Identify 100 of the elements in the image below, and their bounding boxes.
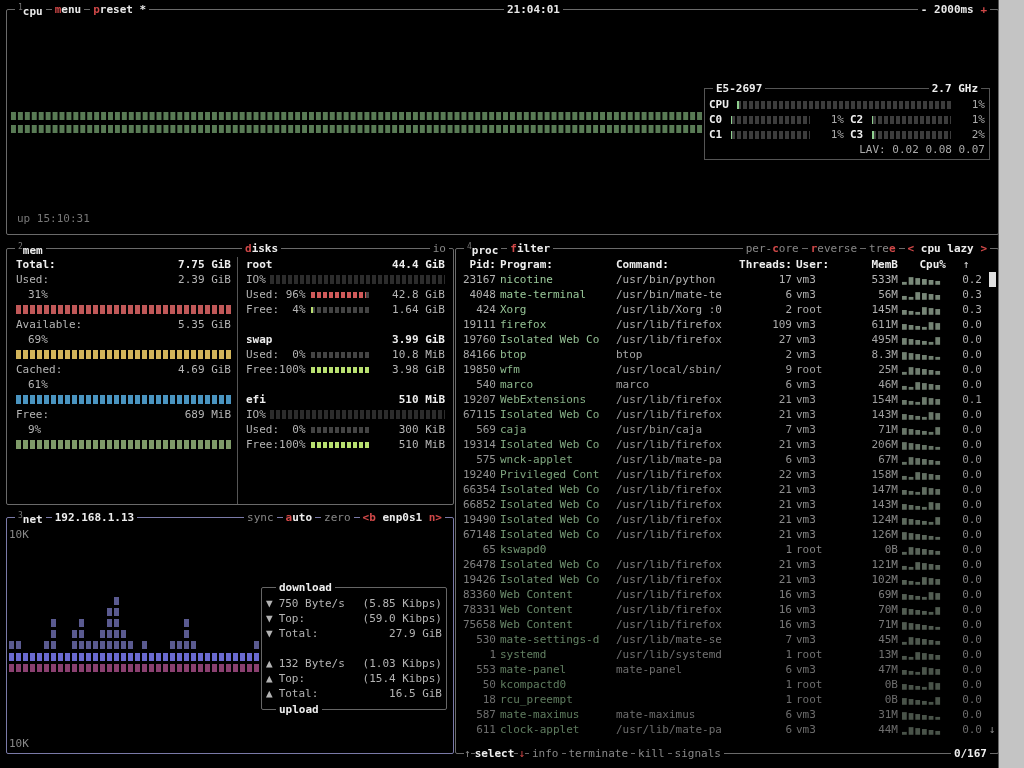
mem-percent: 69% — [28, 333, 48, 346]
pid-cell-text: 4048 — [468, 287, 496, 302]
cpu-sparkline — [902, 694, 942, 705]
cpu-sparkline — [902, 619, 942, 630]
cpu-cell-text: 0.0 — [961, 407, 982, 422]
stat-label: Total: — [278, 626, 320, 641]
memory-cell-text: 47M — [877, 662, 898, 677]
memory-cell-text: 25M — [877, 362, 898, 377]
command-cell-text: /usr/lib/firefox — [616, 527, 723, 542]
memory-cell-text: 533M — [870, 272, 898, 287]
stat-value: (5.85 Kibps) — [361, 596, 442, 611]
column-header[interactable]: Program: — [500, 257, 612, 272]
command-cell-text: /usr/bin/python — [616, 272, 717, 287]
memory-cell-text: 143M — [870, 407, 898, 422]
graph-column — [121, 630, 126, 672]
user-cell-text: vm3 — [796, 632, 817, 647]
program-cell-text: Web Content — [500, 617, 574, 632]
command-cell-text: /usr/lib/firefox — [616, 572, 723, 587]
panel-tab[interactable]: $^{4}$proc — [464, 239, 502, 258]
pid-cell-text: 66354 — [461, 482, 496, 497]
command-cell-text: /usr/lib/firefox — [616, 602, 723, 617]
mem-value: 7.75 GiB — [178, 257, 231, 272]
action-button[interactable]: signals — [671, 746, 724, 761]
command-cell-text: /usr/lib/firefox — [616, 317, 723, 332]
mem-value: 2.39 GiB — [178, 272, 231, 287]
graph-column — [93, 641, 98, 672]
graph-column — [37, 653, 42, 672]
panel-tab[interactable]: $^{1}$cpu — [15, 0, 46, 19]
scale-label: 10K — [9, 736, 29, 751]
user-cell-text: vm3 — [796, 662, 817, 677]
column-header[interactable]: Command: — [616, 257, 734, 272]
threads-cell-text: 21 — [777, 392, 792, 407]
pid-cell-text: 50 — [481, 677, 496, 692]
disk-usage-label: Used: 96% — [246, 287, 306, 302]
graph-column — [44, 641, 49, 672]
threads-cell-text: 1 — [784, 677, 792, 692]
interface-selector[interactable]: <b enp0s1 n> — [359, 510, 445, 525]
pid-cell-text: 530 — [475, 632, 496, 647]
graph-column — [30, 653, 35, 672]
program-cell-text: Isolated Web Co — [500, 572, 601, 587]
window-scrollbar[interactable] — [998, 0, 1024, 768]
pid-cell-text: 66852 — [461, 497, 496, 512]
column-header[interactable]: MemB — [848, 257, 898, 272]
pid-cell-text: 23167 — [461, 272, 496, 287]
graph-column — [9, 641, 14, 672]
memory-cell-text: 71M — [877, 617, 898, 632]
cpu-sparkline — [902, 409, 942, 420]
panel-tab[interactable]: preset * — [90, 2, 150, 17]
user-cell-text: root — [796, 302, 824, 317]
threads-cell-text: 6 — [784, 707, 792, 722]
user-cell-text: vm3 — [796, 512, 817, 527]
cpu-cell-text: 0.0 — [961, 542, 982, 557]
cpu-cell-text: 0.0 — [961, 317, 982, 332]
threads-cell-text: 21 — [777, 572, 792, 587]
disk-name: efi — [246, 392, 266, 407]
memory-cell-text: 0B — [883, 692, 898, 707]
column-header[interactable]: Cpu% — [902, 257, 946, 272]
graph-column — [58, 653, 63, 672]
user-cell-text: root — [796, 542, 824, 557]
memory-cell-text: 0B — [883, 677, 898, 692]
threads-cell-text: 1 — [784, 542, 792, 557]
memory-cell-text: 126M — [870, 527, 898, 542]
memory-cell-text: 495M — [870, 332, 898, 347]
program-cell-text: systemd — [500, 647, 548, 662]
column-header[interactable]: Threads: — [738, 257, 792, 272]
arrow-icon: ▼ — [266, 611, 273, 626]
program-cell-text: mate-maximus — [500, 707, 581, 722]
cpu-sparkline — [902, 724, 942, 735]
cpu-sparkline — [902, 529, 942, 540]
mem-value: 4.69 GiB — [178, 362, 231, 377]
threads-cell-text: 6 — [784, 287, 792, 302]
arrow-icon: ▼ — [266, 626, 273, 641]
sort-selector[interactable]: < cpu lazy > — [904, 241, 990, 256]
stat-value: (1.03 Kibps) — [361, 656, 442, 671]
user-cell-text: vm3 — [796, 332, 817, 347]
threads-cell-text: 109 — [771, 317, 792, 332]
column-header[interactable]: Pid: — [458, 257, 496, 272]
graph-column — [86, 641, 91, 672]
program-cell-text: nicotine — [500, 272, 554, 287]
graph-column — [212, 653, 217, 672]
disk-usage-label: Free: 4% — [246, 302, 306, 317]
cpu-sparkline — [902, 274, 942, 285]
scroll-down-arrow[interactable]: ↓ — [986, 722, 998, 737]
stat-value: 16.5 GiB — [388, 686, 442, 701]
user-cell-text: vm3 — [796, 587, 817, 602]
memory-cell-text: 121M — [870, 557, 898, 572]
graph-column — [247, 653, 252, 672]
scroll-thumb[interactable] — [988, 272, 996, 287]
command-cell-text: /usr/lib/firefox — [616, 617, 723, 632]
scroll-up-arrow[interactable]: ↑ — [950, 257, 982, 272]
column-header[interactable]: User: — [796, 257, 844, 272]
threads-cell-text: 6 — [784, 722, 792, 737]
arrow-icon: ▲ — [266, 671, 273, 686]
pid-cell-text: 19111 — [461, 317, 496, 332]
program-cell-text: Privileged Cont — [500, 467, 601, 482]
cpu-sparkline — [902, 589, 942, 600]
graph-column — [240, 653, 245, 672]
core-label: C2 — [850, 112, 865, 127]
mem-percent: 31% — [28, 288, 48, 301]
cpu-sparkline — [902, 664, 942, 675]
